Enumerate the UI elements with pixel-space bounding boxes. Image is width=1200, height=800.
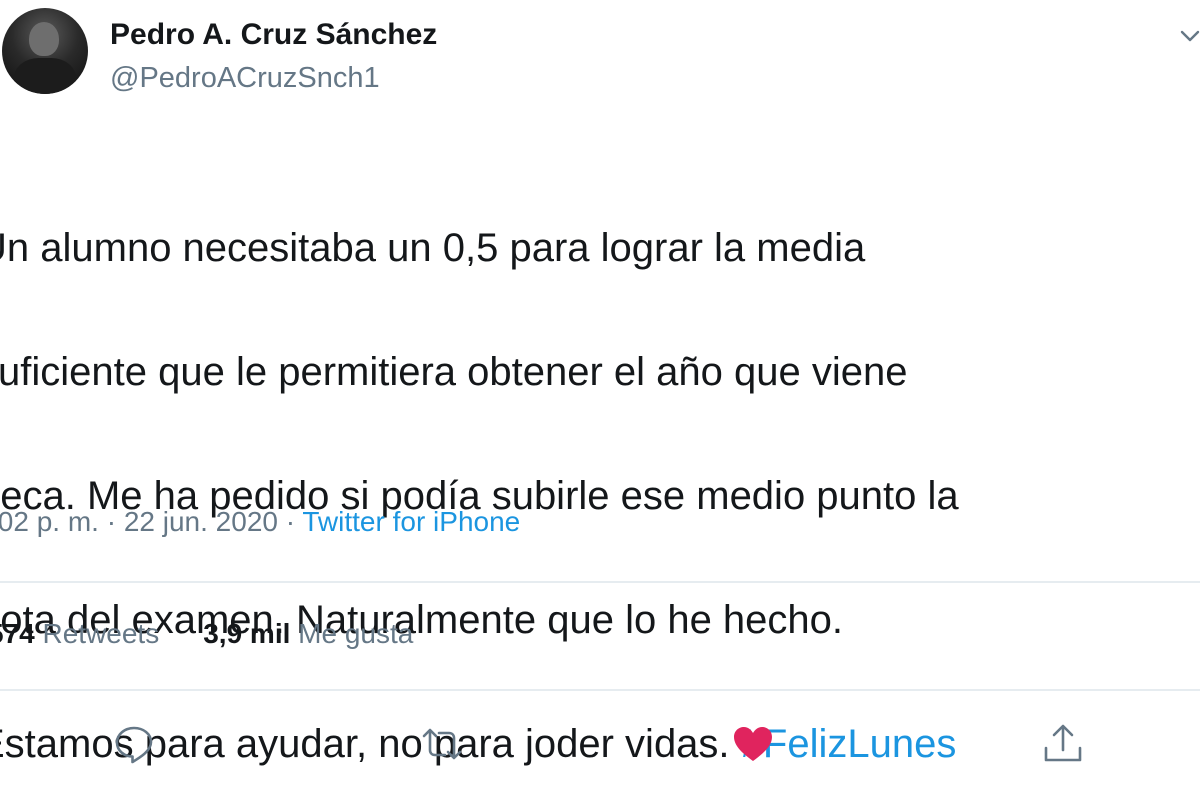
likes-stat[interactable]: 3,9 mil Me gusta [203, 618, 413, 649]
tweet-line-1: Un alumno necesitaba un 0,5 para lograr … [0, 226, 866, 270]
likes-label: Me gusta [290, 618, 414, 649]
reply-icon[interactable] [112, 722, 156, 766]
retweets-stat[interactable]: 574 Retweets [0, 618, 159, 649]
retweets-label: Retweets [34, 618, 160, 649]
avatar-head [29, 22, 59, 56]
tweet-line-2: suficiente que le permitiera obtener el … [0, 350, 908, 394]
meta-separator: · [98, 506, 124, 537]
share-icon[interactable] [1041, 722, 1085, 766]
tweet-stats: 574 Retweets 3,9 mil Me gusta [0, 618, 413, 650]
avatar-body [14, 58, 76, 94]
divider [0, 581, 1200, 583]
retweet-icon[interactable] [420, 722, 464, 766]
tweet-text: Un alumno necesitaba un 0,5 para lograr … [0, 155, 1200, 800]
tweet-source-link[interactable]: Twitter for iPhone [302, 506, 520, 537]
likes-count: 3,9 mil [203, 618, 291, 649]
tweet-meta: :02 p. m. · 22 jun. 2020 · Twitter for i… [0, 506, 520, 538]
divider [0, 689, 1200, 691]
meta-separator: · [277, 506, 303, 537]
user-handle[interactable]: @PedroACruzSnch1 [110, 62, 380, 95]
heart-icon[interactable] [731, 722, 775, 766]
avatar[interactable] [2, 8, 88, 94]
display-name[interactable]: Pedro A. Cruz Sánchez [110, 18, 437, 52]
retweets-count: 574 [0, 618, 35, 649]
tweet-card: Pedro A. Cruz Sánchez @PedroACruzSnch1 U… [0, 0, 1200, 800]
tweet-date[interactable]: 22 jun. 2020 [124, 506, 278, 537]
tweet-line-5: Estamos para ayudar, no para joder vidas… [0, 713, 1200, 775]
chevron-down-icon[interactable] [1180, 26, 1200, 46]
tweet-time[interactable]: :02 p. m. [0, 506, 99, 537]
